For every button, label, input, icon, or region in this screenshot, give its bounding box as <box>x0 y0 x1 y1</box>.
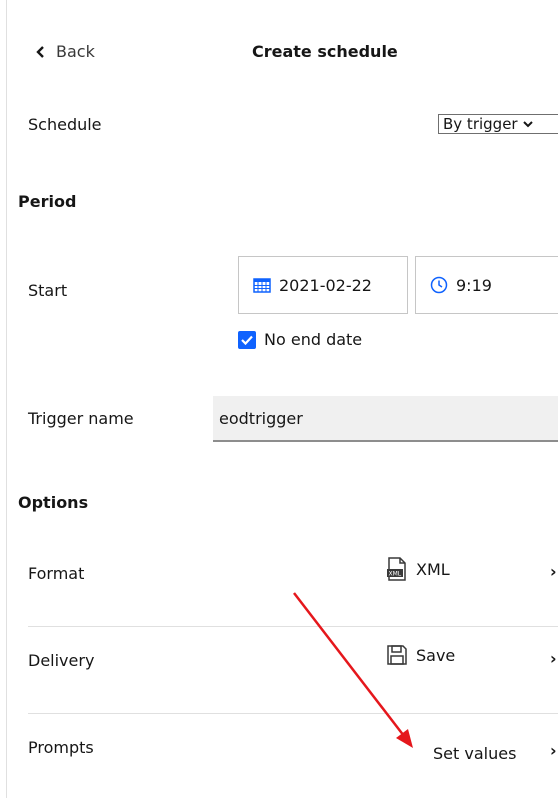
no-end-date-checkbox[interactable]: No end date <box>238 330 362 349</box>
prompts-label: Prompts <box>28 738 94 757</box>
delivery-row[interactable]: Delivery Save › <box>28 627 558 713</box>
start-date-input[interactable]: 2021-02-22 <box>238 256 408 314</box>
delivery-label: Delivery <box>28 651 95 670</box>
svg-text:XML: XML <box>389 571 402 578</box>
prompts-value: Set values <box>433 744 516 763</box>
no-end-date-label: No end date <box>264 330 363 349</box>
delivery-value: Save <box>386 644 455 666</box>
start-time-input[interactable]: 9:19 <box>415 256 558 314</box>
chevron-right-icon: › <box>550 562 557 581</box>
start-time-value: 9:19 <box>456 275 492 295</box>
back-label: Back <box>56 42 95 61</box>
chevron-right-icon: › <box>550 649 557 668</box>
delivery-value-text: Save <box>416 645 456 665</box>
panel-left-border <box>6 0 7 798</box>
format-label: Format <box>28 564 85 583</box>
trigger-name-label: Trigger name <box>28 409 134 428</box>
schedule-label: Schedule <box>28 115 102 134</box>
chevron-down-icon <box>522 121 533 128</box>
save-icon <box>386 644 408 666</box>
format-row[interactable]: Format XML XML › <box>28 540 558 626</box>
options-heading: Options <box>18 493 89 512</box>
calendar-icon <box>253 278 271 293</box>
trigger-name-input[interactable] <box>213 396 558 442</box>
checkmark-icon <box>238 330 256 349</box>
chevron-right-icon: › <box>550 741 557 760</box>
back-button[interactable]: Back <box>36 42 95 61</box>
schedule-select-value: By trigger <box>443 115 518 133</box>
page-title: Create schedule <box>252 42 398 61</box>
period-heading: Period <box>18 192 77 211</box>
chevron-left-icon <box>36 45 44 58</box>
format-value-text: XML <box>416 559 450 579</box>
start-label: Start <box>28 281 68 300</box>
xml-file-icon: XML <box>386 557 408 581</box>
clock-icon <box>430 276 448 294</box>
schedule-select[interactable]: By trigger <box>438 114 558 134</box>
format-value: XML XML <box>386 557 450 581</box>
start-date-value: 2021-02-22 <box>279 275 372 295</box>
prompts-row[interactable]: Prompts Set values › <box>28 714 558 798</box>
prompts-value-text: Set values <box>433 744 517 763</box>
